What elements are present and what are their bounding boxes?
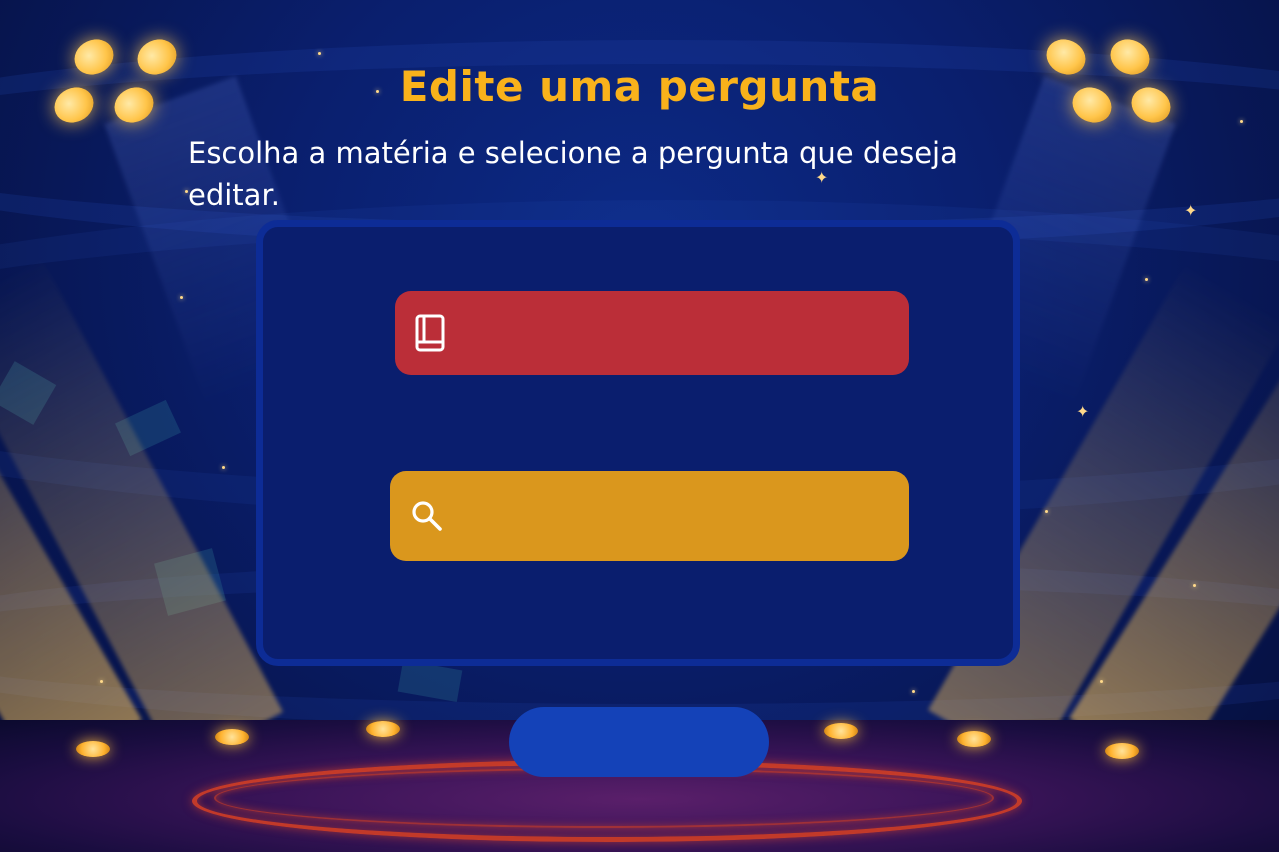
star: [318, 52, 321, 55]
subject-select[interactable]: [395, 291, 909, 375]
sparkle-icon: ✦: [1184, 201, 1198, 220]
floor-lamp: [824, 723, 858, 739]
floor-lamp: [215, 729, 249, 745]
star: [180, 296, 183, 299]
star: [912, 690, 915, 693]
star: [1145, 278, 1148, 281]
star: [1193, 584, 1196, 587]
form-panel: [256, 220, 1020, 666]
floor-lamp: [957, 731, 991, 747]
stage-ring-inner: [214, 768, 994, 828]
page-subtitle: Escolha a matéria e selecione a pergunta…: [188, 136, 958, 212]
search-icon: [410, 499, 444, 533]
star: [1240, 120, 1243, 123]
star: [100, 680, 103, 683]
floor-lamp: [366, 721, 400, 737]
book-icon: [415, 314, 447, 352]
floor-lamp: [1105, 743, 1139, 759]
page-title: Edite uma pergunta: [399, 62, 880, 111]
stage-background: ✦ ✦ ✦ Edite uma pergunta Escolha a matér…: [0, 0, 1279, 852]
star: [222, 466, 225, 469]
star: [1100, 680, 1103, 683]
sparkle-icon: ✦: [1076, 402, 1090, 421]
question-search-input[interactable]: [390, 471, 909, 561]
confirm-button[interactable]: [509, 707, 769, 777]
floor-lamp: [76, 741, 110, 757]
star: [1045, 510, 1048, 513]
